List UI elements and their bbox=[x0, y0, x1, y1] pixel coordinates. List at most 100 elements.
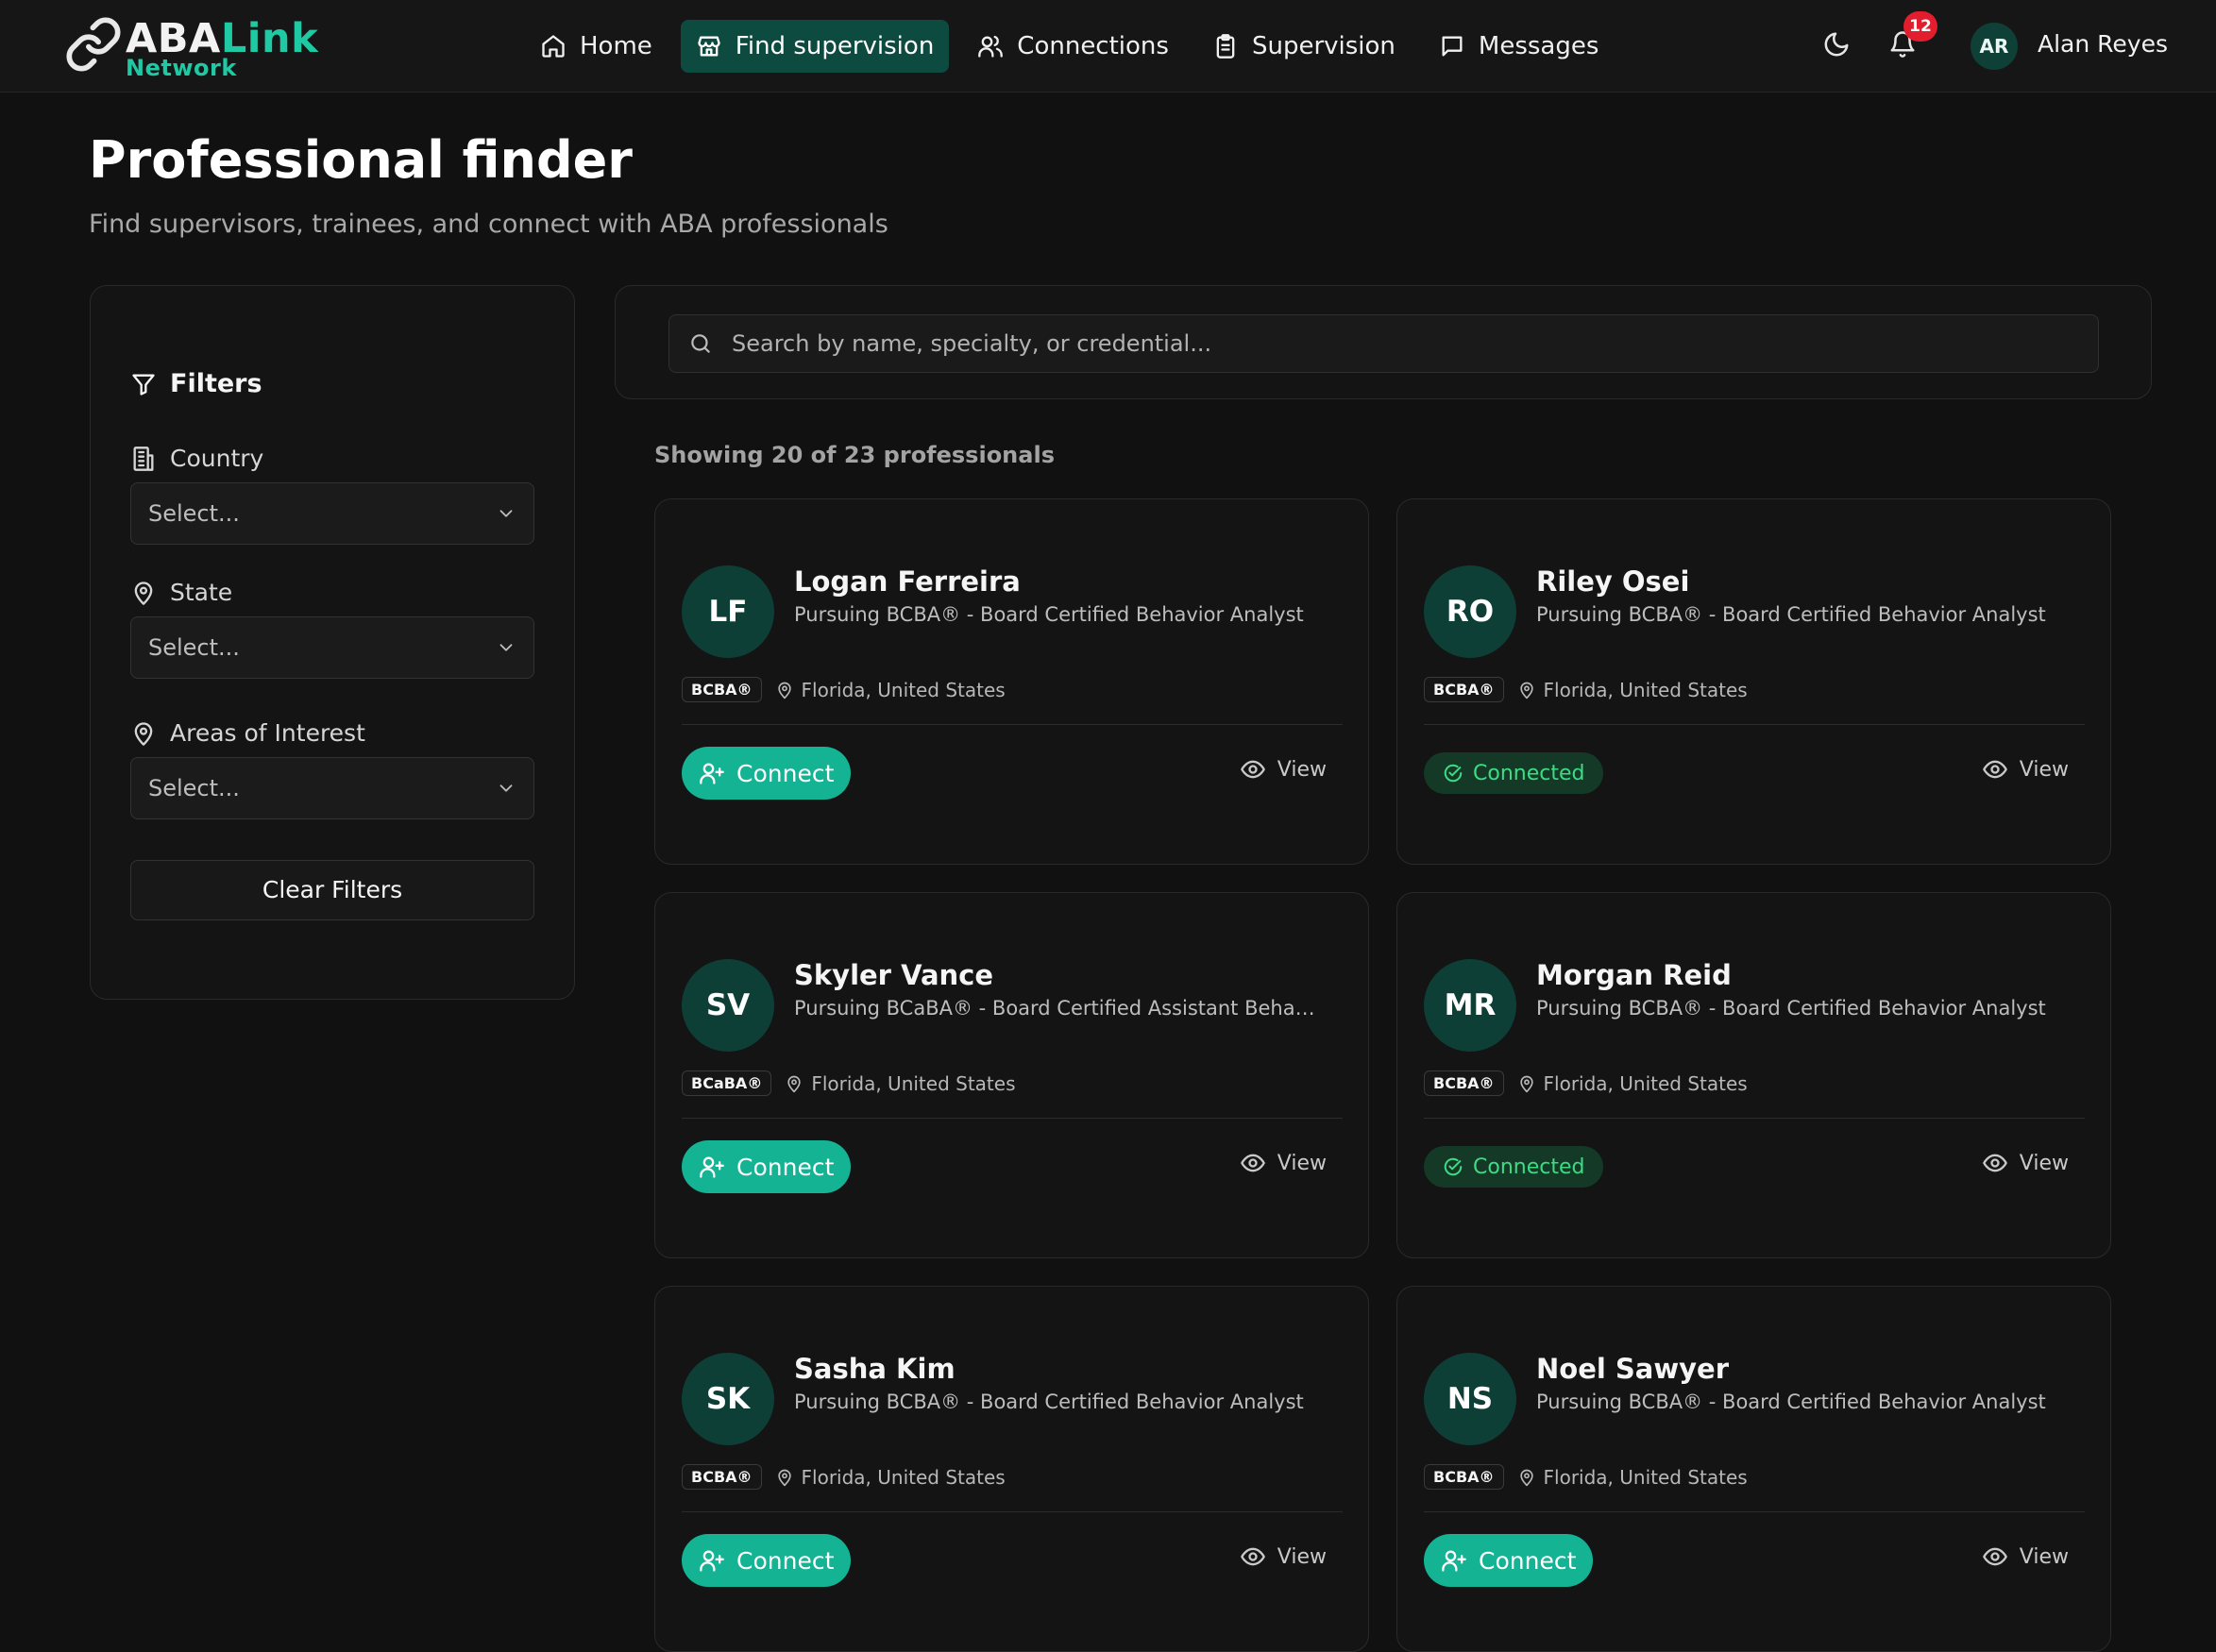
connect-button[interactable]: Connect bbox=[682, 747, 852, 800]
card-divider bbox=[1424, 1118, 2085, 1119]
chevron-down-icon bbox=[499, 784, 513, 792]
eye-icon bbox=[1240, 1154, 1265, 1172]
professional-avatar: RO bbox=[1424, 565, 1516, 658]
message-icon bbox=[1442, 36, 1463, 57]
card-divider bbox=[682, 724, 1343, 725]
connected-status: Connected bbox=[1424, 1146, 1604, 1188]
top-bar: ABALink Network Home Find supervision Co… bbox=[0, 0, 2216, 93]
credential-badge: BCBA® bbox=[1424, 1070, 1504, 1096]
credential-badge: BCBA® bbox=[682, 1464, 762, 1490]
professional-location: Florida, United States bbox=[1517, 1466, 1748, 1489]
card-divider bbox=[1424, 1511, 2085, 1512]
page-subtitle: Find supervisors, trainees, and connect … bbox=[89, 210, 888, 239]
eye-icon bbox=[1982, 760, 2007, 779]
view-button[interactable]: View bbox=[1240, 1150, 1327, 1176]
professional-meta: BCBA® Florida, United States bbox=[682, 677, 1006, 702]
notification-badge: 12 bbox=[1903, 11, 1937, 42]
eye-icon bbox=[1240, 1547, 1265, 1566]
search-box bbox=[668, 314, 2099, 373]
professional-role: Pursuing BCBA® - Board Certified Behavio… bbox=[1536, 603, 2046, 626]
view-button[interactable]: View bbox=[1982, 1150, 2069, 1176]
eye-icon bbox=[1982, 1154, 2007, 1172]
clear-filters-button[interactable]: Clear Filters bbox=[130, 860, 534, 920]
professional-role: Pursuing BCaBA® - Board Certified Assist… bbox=[794, 997, 1323, 1020]
search-panel bbox=[615, 285, 2152, 399]
professional-location: Florida, United States bbox=[1517, 679, 1748, 701]
credential-badge: BCBA® bbox=[682, 677, 762, 702]
clipboard-icon bbox=[1216, 34, 1235, 59]
map-pin-icon bbox=[777, 682, 791, 699]
professional-avatar: SK bbox=[682, 1353, 774, 1445]
nav-connections[interactable]: Connections bbox=[962, 20, 1184, 73]
country-select[interactable]: Select... bbox=[130, 482, 534, 545]
view-button[interactable]: View bbox=[1240, 1543, 1327, 1570]
chevron-down-icon bbox=[499, 644, 513, 651]
professional-name[interactable]: Sasha Kim bbox=[794, 1353, 956, 1385]
professional-card[interactable]: LF Logan Ferreira Pursuing BCBA® - Board… bbox=[654, 498, 1369, 865]
search-icon bbox=[691, 334, 710, 353]
professional-meta: BCBA® Florida, United States bbox=[1424, 677, 1748, 702]
connected-status: Connected bbox=[1424, 752, 1604, 794]
professional-meta: BCBA® Florida, United States bbox=[1424, 1464, 1748, 1490]
professional-name[interactable]: Noel Sawyer bbox=[1536, 1353, 1729, 1385]
professional-name[interactable]: Logan Ferreira bbox=[794, 565, 1021, 598]
professional-role: Pursuing BCBA® - Board Certified Behavio… bbox=[794, 603, 1304, 626]
card-divider bbox=[682, 1118, 1343, 1119]
interest-label: Areas of Interest bbox=[130, 719, 365, 747]
state-select[interactable]: Select... bbox=[130, 616, 534, 679]
professional-name[interactable]: Skyler Vance bbox=[794, 959, 993, 991]
map-pin-icon bbox=[1519, 682, 1533, 699]
connect-button[interactable]: Connect bbox=[682, 1534, 852, 1587]
professional-avatar: NS bbox=[1424, 1353, 1516, 1445]
professional-role: Pursuing BCBA® - Board Certified Behavio… bbox=[1536, 1391, 2046, 1413]
professional-name[interactable]: Riley Osei bbox=[1536, 565, 1689, 598]
user-name[interactable]: Alan Reyes bbox=[2038, 30, 2168, 58]
professional-meta: BCaBA® Florida, United States bbox=[682, 1070, 1015, 1096]
filter-icon bbox=[132, 374, 155, 396]
map-pin-icon bbox=[134, 721, 153, 746]
user-plus-icon bbox=[1442, 1550, 1466, 1572]
professional-role: Pursuing BCBA® - Board Certified Behavio… bbox=[794, 1391, 1304, 1413]
main-nav: Home Find supervision Connections Superv… bbox=[525, 20, 1614, 73]
professional-card[interactable]: MR Morgan Reid Pursuing BCBA® - Board Ce… bbox=[1396, 892, 2111, 1258]
professional-name[interactable]: Morgan Reid bbox=[1536, 959, 1732, 991]
user-avatar[interactable]: AR bbox=[1971, 23, 2018, 70]
map-pin-icon bbox=[1519, 1075, 1533, 1092]
map-pin-icon bbox=[1519, 1469, 1533, 1486]
search-input[interactable] bbox=[732, 330, 2098, 357]
professional-card[interactable]: RO Riley Osei Pursuing BCBA® - Board Cer… bbox=[1396, 498, 2111, 865]
filters-panel: Filters Country Select... State Select..… bbox=[90, 285, 575, 1000]
nav-supervision-label: Supervision bbox=[1251, 32, 1396, 60]
nav-home-label: Home bbox=[580, 32, 652, 60]
eye-icon bbox=[1982, 1547, 2007, 1566]
professional-card[interactable]: SV Skyler Vance Pursuing BCaBA® - Board … bbox=[654, 892, 1369, 1258]
view-button[interactable]: View bbox=[1982, 1543, 2069, 1570]
filters-heading: Filters bbox=[130, 369, 262, 398]
nav-messages[interactable]: Messages bbox=[1424, 20, 1615, 73]
professional-card[interactable]: SK Sasha Kim Pursuing BCBA® - Board Cert… bbox=[654, 1286, 1369, 1652]
professional-avatar: SV bbox=[682, 959, 774, 1052]
map-pin-icon bbox=[777, 1469, 791, 1486]
brand-logo[interactable]: ABALink Network bbox=[64, 15, 318, 81]
check-circle-icon bbox=[1444, 764, 1463, 783]
map-pin-icon bbox=[787, 1075, 801, 1092]
interest-select[interactable]: Select... bbox=[130, 757, 534, 819]
professional-role: Pursuing BCBA® - Board Certified Behavio… bbox=[1536, 997, 2046, 1020]
nav-home[interactable]: Home bbox=[525, 20, 668, 73]
user-plus-icon bbox=[700, 763, 724, 784]
card-divider bbox=[682, 1511, 1343, 1512]
connect-button[interactable]: Connect bbox=[1424, 1534, 1594, 1587]
nav-find-supervision[interactable]: Find supervision bbox=[680, 20, 950, 73]
professional-card[interactable]: NS Noel Sawyer Pursuing BCBA® - Board Ce… bbox=[1396, 1286, 2111, 1652]
chain-link-icon bbox=[66, 17, 121, 72]
nav-find-supervision-label: Find supervision bbox=[735, 32, 935, 60]
page-title: Professional finder bbox=[89, 130, 633, 190]
view-button[interactable]: View bbox=[1982, 756, 2069, 783]
nav-supervision[interactable]: Supervision bbox=[1197, 20, 1411, 73]
view-button[interactable]: View bbox=[1240, 756, 1327, 783]
professional-avatar: LF bbox=[682, 565, 774, 658]
connect-button[interactable]: Connect bbox=[682, 1140, 852, 1193]
map-pin-icon bbox=[134, 581, 153, 605]
card-divider bbox=[1424, 724, 2085, 725]
moon-icon[interactable] bbox=[1822, 30, 1851, 59]
